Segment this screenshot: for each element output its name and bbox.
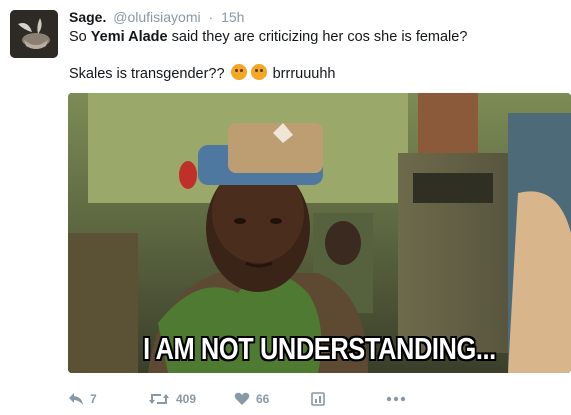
tweet-text-line-1: So Yemi Alade said they are criticizing … <box>69 28 467 46</box>
retweet-button[interactable]: 409 <box>148 389 196 409</box>
separator-dot: · <box>208 9 214 25</box>
tweet-text-segment: Skales is transgender?? <box>69 66 229 82</box>
tweet-text-line-2: Skales is transgender?? brrruuuhh <box>69 64 336 83</box>
more-icon <box>386 396 406 402</box>
analytics-icon <box>311 392 325 406</box>
tweet-text-segment: brrruuuhh <box>268 66 336 82</box>
tweet-text-bold: Yemi Alade <box>90 29 168 45</box>
timestamp[interactable]: 15h <box>221 9 244 25</box>
like-button[interactable]: 66 <box>234 389 269 409</box>
tweet-text-segment: So <box>69 29 91 45</box>
reply-icon <box>69 393 83 405</box>
tweet-media-image[interactable]: I AM NOT UNDERSTANDING... <box>68 93 571 373</box>
display-name[interactable]: Sage. <box>69 9 106 25</box>
more-button[interactable] <box>386 389 406 409</box>
tweet-header: Sage. @olufisiayomi · 15h <box>69 8 244 26</box>
thinking-face-emoji-icon <box>230 64 247 80</box>
avatar-image <box>10 10 58 58</box>
like-count: 66 <box>256 392 270 406</box>
retweet-count: 409 <box>176 392 197 406</box>
tweet-text-segment: said they are criticizing her cos she is… <box>167 29 468 45</box>
meme-caption: I AM NOT UNDERSTANDING... <box>143 331 496 366</box>
like-icon <box>234 392 250 405</box>
analytics-button[interactable] <box>311 389 325 409</box>
avatar[interactable] <box>10 10 58 58</box>
tweet-actions-bar: 7 409 66 <box>68 389 498 409</box>
reply-button[interactable]: 7 <box>68 389 97 409</box>
user-handle[interactable]: @olufisiayomi <box>113 9 200 25</box>
thinking-face-emoji-icon <box>250 64 267 80</box>
reply-count: 7 <box>90 392 97 406</box>
retweet-icon <box>149 394 169 404</box>
